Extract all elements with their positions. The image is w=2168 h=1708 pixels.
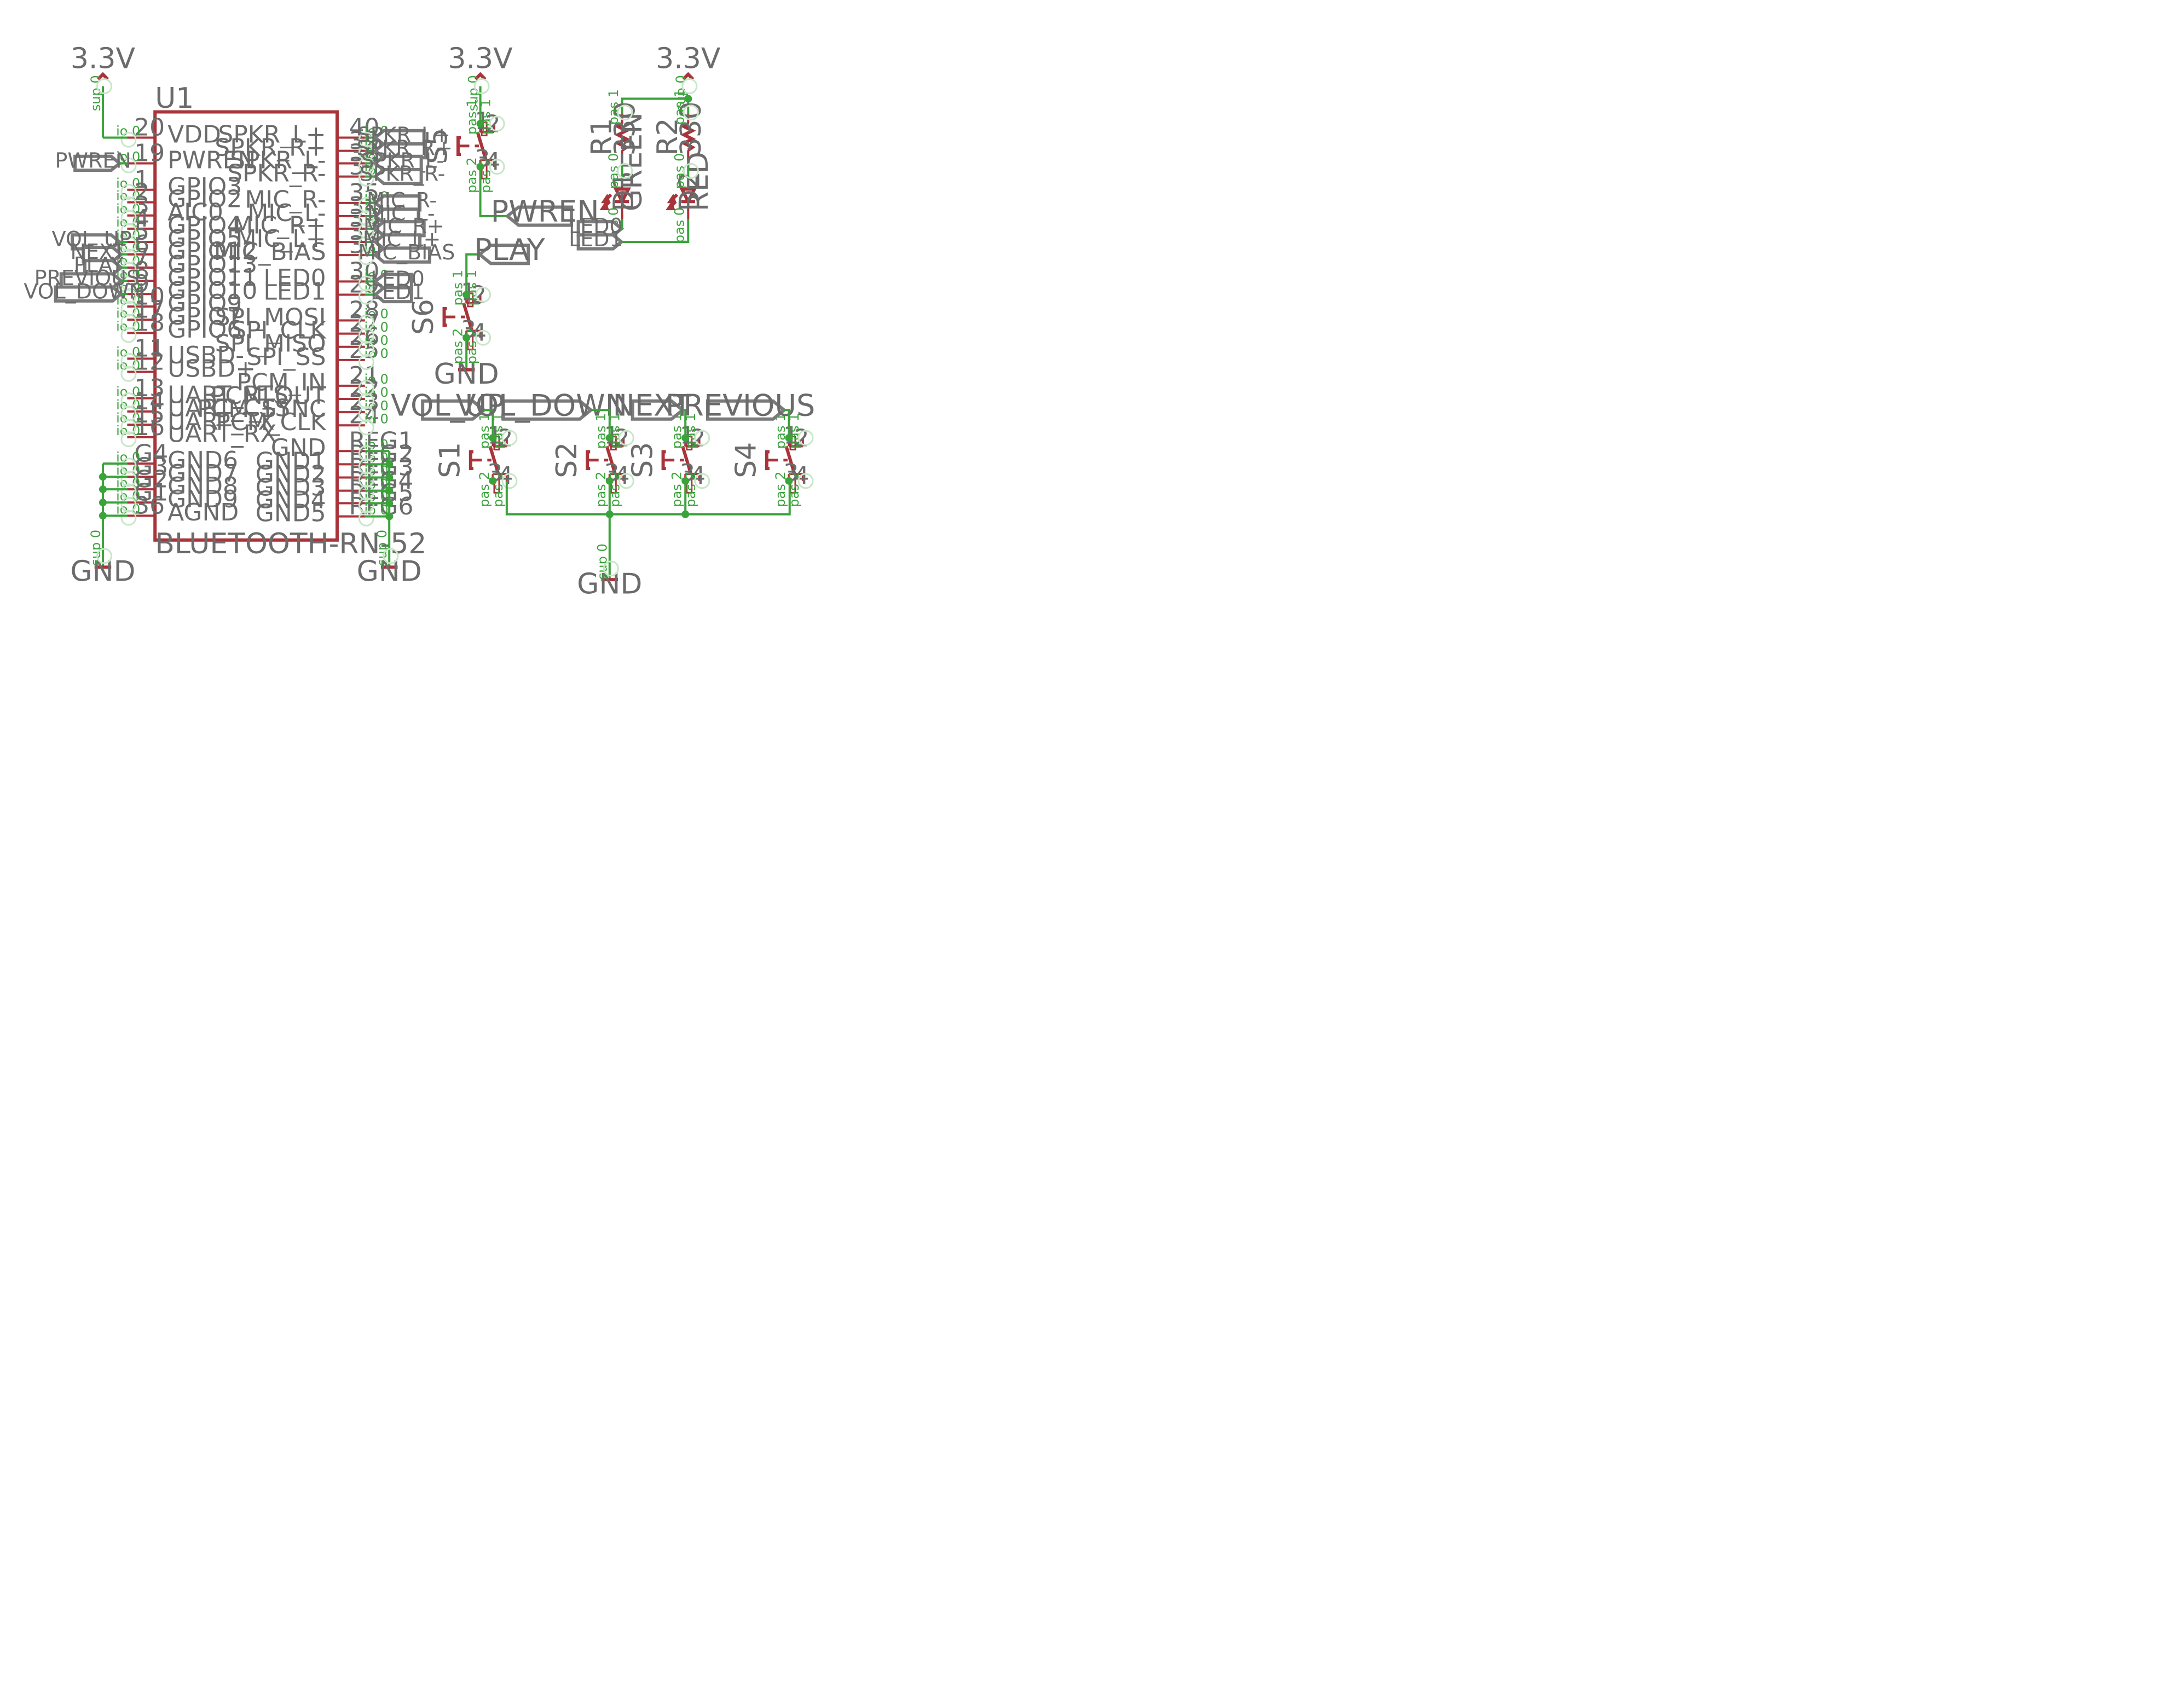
- switch-ref: S3: [626, 442, 659, 478]
- pas-tag: pas 0: [606, 153, 621, 189]
- pin-io-tag: io 0: [116, 358, 140, 373]
- gnd-label: GND: [434, 358, 499, 391]
- schematic-canvas: U1BLUETOOTH-RN-5220 VDDio 019 PWRENio 01 GP…: [24, 42, 815, 600]
- pin-name: SPI_SS: [246, 343, 326, 371]
- wire: [505, 480, 791, 516]
- pas-tag: pas 1: [450, 270, 466, 305]
- junction-dot: [385, 487, 394, 495]
- vcc-label: 3.3V: [71, 42, 136, 75]
- switch-ref: S1: [433, 442, 466, 478]
- pin-io-tag: io 0: [364, 411, 388, 426]
- switch-ref: S2: [551, 442, 583, 478]
- junction-dot: [99, 499, 107, 507]
- pin-name: AGND: [167, 499, 239, 526]
- pin-name: LED1: [263, 277, 326, 305]
- junction-dot: [385, 512, 394, 520]
- net-label-play: PLAY: [474, 233, 546, 267]
- junction-dot: [681, 510, 690, 518]
- junction-dot: [99, 512, 107, 520]
- pin-io-tag: io 0: [364, 346, 388, 361]
- net-label-text: SPKR_R-: [360, 162, 445, 186]
- wire: [621, 219, 623, 230]
- pin-name: PCM_CLK: [216, 408, 326, 436]
- pin-io-tag: io 0: [116, 502, 140, 517]
- gnd-supply: GND: [434, 358, 499, 391]
- switch-ref: S6: [407, 299, 440, 335]
- junction-dot: [385, 499, 394, 507]
- pin-io-tag: io 0: [116, 319, 140, 334]
- junction-dot: [99, 485, 107, 494]
- pas-tag: pas 2: [477, 471, 492, 507]
- vcc-supply: 3.3V: [448, 42, 513, 80]
- pas-tag: pas 2: [669, 471, 685, 507]
- module-pin-left: 20 VDDio 0: [116, 114, 221, 149]
- sup-tag: sup 0: [374, 530, 390, 566]
- junction-dot: [99, 473, 107, 481]
- right-net-label: SPKR_R-: [360, 162, 445, 186]
- module-ref: U1: [155, 82, 194, 115]
- vcc-supply: 3.3V: [71, 42, 136, 80]
- net-label-text: MIC_BIAS: [358, 240, 455, 264]
- net-label-button: VOL_DOWN: [456, 388, 627, 422]
- left-net-label: VOL_DOWN: [24, 279, 144, 303]
- pin-name: SPKR_R-: [227, 159, 326, 187]
- pas-tag: pas 1: [606, 89, 621, 125]
- pin-name: MIC_BIAS: [214, 238, 326, 266]
- net-label-text: PLAY: [474, 233, 546, 267]
- vcc-supply: 3.3V: [656, 42, 721, 80]
- pin-io-tag: io 0: [116, 124, 140, 139]
- pin-io-tag: io 0: [116, 423, 140, 438]
- pas-tag: pas 2: [464, 157, 479, 193]
- net-label-text: PREVIOUS: [666, 388, 815, 422]
- junction-dot: [385, 473, 394, 482]
- left-net-label: PWREN: [55, 149, 131, 173]
- net-label-text: VOL_DOWN: [24, 279, 144, 303]
- net-label-text: VOL_DOWN: [456, 388, 627, 422]
- vcc-label: 3.3V: [448, 42, 513, 75]
- junction-dot: [385, 460, 394, 468]
- switch-ref: S5: [421, 128, 454, 164]
- pin-name: GND5: [256, 500, 326, 528]
- vcc-label: 3.3V: [656, 42, 721, 75]
- switch-ref: S4: [730, 442, 762, 478]
- sup-tag: sup 0: [88, 530, 103, 566]
- pin-name: VDD: [167, 120, 221, 148]
- net-label-led1: LED1: [569, 227, 625, 251]
- pas-tag: pas 1: [672, 89, 687, 125]
- net-label-button: PREVIOUS: [666, 388, 815, 422]
- net-label-text: PWREN: [55, 149, 131, 173]
- pas-tag: pas 0: [672, 207, 687, 243]
- pas-tag: pas 0: [672, 153, 687, 189]
- junction-dot: [489, 477, 497, 485]
- pin-io-tag: io 0: [364, 502, 388, 518]
- pas-tag: pas 2: [593, 471, 609, 507]
- right-net-label: MIC_BIAS: [358, 240, 455, 264]
- pas-tag: pas 2: [773, 471, 788, 507]
- net-label-text: LED1: [569, 227, 623, 251]
